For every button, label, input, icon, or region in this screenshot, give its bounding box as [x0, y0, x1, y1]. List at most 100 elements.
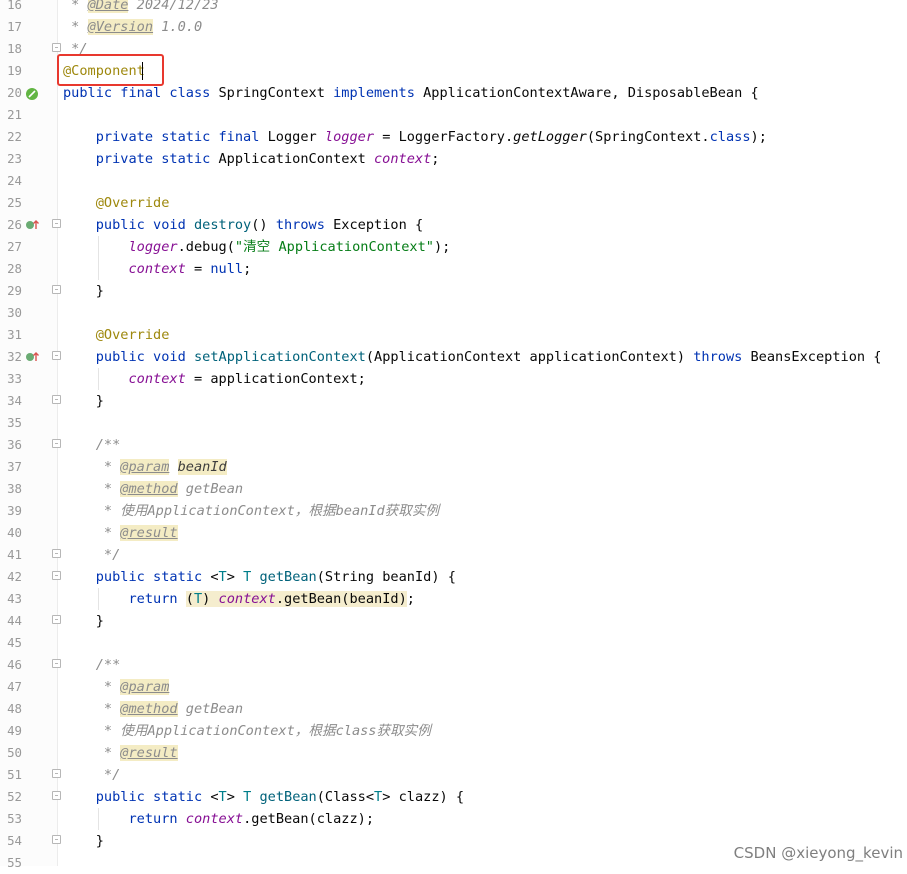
- code-text: > clazz) {: [382, 789, 465, 805]
- line-number: 16: [7, 0, 22, 12]
- keyword: public void: [63, 217, 194, 233]
- javadoc-tag: @method: [120, 481, 178, 497]
- fold-toggle-icon[interactable]: [52, 659, 61, 668]
- line-number: 31: [7, 327, 22, 342]
- code-line: 42 public static <T> T getBean(String be…: [0, 566, 907, 588]
- code-line: 43 return (T) context.getBean(beanId);: [0, 588, 907, 610]
- comment-text: *: [63, 459, 121, 475]
- keyword: public void: [63, 349, 194, 365]
- comment-text: [169, 459, 177, 475]
- line-number: 29: [7, 283, 22, 298]
- line-number: 18: [7, 41, 22, 56]
- line-number: 37: [7, 459, 22, 474]
- override-icon[interactable]: [25, 351, 41, 363]
- field-name: context: [185, 811, 244, 827]
- bean-icon[interactable]: [25, 87, 39, 101]
- comment-text: *: [63, 481, 121, 497]
- code-line: 51 */: [0, 764, 907, 786]
- code-text: }: [63, 283, 104, 299]
- type-parameter: T: [218, 789, 227, 805]
- line-number: 36: [7, 437, 22, 452]
- code-line: 29 }: [0, 280, 907, 302]
- code-line: 17 * @Version 1.0.0: [0, 16, 907, 38]
- keyword: private static: [63, 151, 219, 167]
- javadoc-tag: @result: [120, 745, 178, 761]
- line-number: 24: [7, 173, 22, 188]
- fold-toggle-icon[interactable]: [52, 395, 61, 404]
- fold-toggle-icon[interactable]: [52, 549, 61, 558]
- line-number: 41: [7, 547, 22, 562]
- line-number: 42: [7, 569, 22, 584]
- code-editor[interactable]: 16 * @Date 2024/12/23 17 * @Version 1.0.…: [0, 0, 907, 874]
- code-line: 31 @Override: [0, 324, 907, 346]
- line-number: 26: [7, 217, 22, 232]
- code-text: BeansException {: [750, 349, 882, 365]
- override-icon[interactable]: [25, 219, 41, 231]
- code-text: >: [226, 569, 244, 585]
- code-line: 50 * @result: [0, 742, 907, 764]
- code-text: (String beanId) {: [316, 569, 456, 585]
- line-number: 53: [7, 811, 22, 826]
- code-text: = applicationContext;: [185, 371, 366, 387]
- javadoc-tag: @Version: [87, 19, 154, 35]
- type-parameter: T: [243, 789, 260, 805]
- line-number: 43: [7, 591, 22, 606]
- override-annotation: @Override: [63, 195, 170, 211]
- code-text: =: [185, 261, 211, 277]
- javadoc-tag: @param: [120, 459, 170, 475]
- fold-toggle-icon[interactable]: [52, 285, 61, 294]
- comment-text: * 使用ApplicationContext，根据class获取实例: [63, 723, 431, 739]
- fold-toggle-icon[interactable]: [52, 835, 61, 844]
- fold-toggle-icon[interactable]: [52, 791, 61, 800]
- code-text: ;: [243, 261, 252, 277]
- code-text: >: [226, 789, 244, 805]
- highlighted-cast: ): [202, 591, 219, 607]
- fold-toggle-icon[interactable]: [52, 351, 61, 360]
- code-text: .getBean(clazz);: [243, 811, 375, 827]
- comment-text: getBean: [177, 701, 244, 717]
- code-line: 26 public void destroy() throws Exceptio…: [0, 214, 907, 236]
- fold-toggle-icon[interactable]: [52, 219, 61, 228]
- code-line: 44 }: [0, 610, 907, 632]
- code-line: 27 logger.debug("清空 ApplicationContext")…: [0, 236, 907, 258]
- watermark: CSDN @xieyong_kevin: [733, 844, 903, 862]
- highlighted-cast: (: [185, 591, 194, 607]
- fold-toggle-icon[interactable]: [52, 615, 61, 624]
- type-name: Logger: [267, 129, 325, 145]
- line-number: 23: [7, 151, 22, 166]
- line-number: 33: [7, 371, 22, 386]
- line-number: 48: [7, 701, 22, 716]
- method-name: getBean: [259, 789, 317, 805]
- fold-toggle-icon[interactable]: [52, 571, 61, 580]
- field-name: context: [128, 261, 186, 277]
- code-line: 46 /**: [0, 654, 907, 676]
- code-line: 37 * @param beanId: [0, 456, 907, 478]
- code-line: 38 * @method getBean: [0, 478, 907, 500]
- type-parameter: T: [218, 569, 227, 585]
- comment-text: *: [63, 0, 88, 13]
- code-text: ApplicationContextAware, DisposableBean …: [423, 85, 759, 101]
- fold-toggle-icon[interactable]: [52, 769, 61, 778]
- fold-toggle-icon[interactable]: [52, 439, 61, 448]
- comment-text: */: [63, 767, 121, 783]
- code-text: ;: [431, 151, 440, 167]
- javadoc-tag: @Date: [87, 0, 129, 13]
- method-name: destroy: [193, 217, 252, 233]
- line-number: 27: [7, 239, 22, 254]
- code-text: }: [63, 833, 104, 849]
- line-number: 40: [7, 525, 22, 540]
- fold-toggle-icon[interactable]: [52, 43, 61, 52]
- code-line: 33 context = applicationContext;: [0, 368, 907, 390]
- code-line: 52 public static <T> T getBean(Class<T> …: [0, 786, 907, 808]
- comment-text: * 使用ApplicationContext，根据beanId获取实例: [63, 503, 440, 519]
- keyword: return: [128, 591, 186, 607]
- code-line: 47 * @param: [0, 676, 907, 698]
- javadoc-param: beanId: [177, 459, 227, 475]
- field-name: context: [218, 591, 276, 607]
- type-parameter: T: [374, 789, 383, 805]
- line-number: 39: [7, 503, 22, 518]
- code-line: 35: [0, 412, 907, 434]
